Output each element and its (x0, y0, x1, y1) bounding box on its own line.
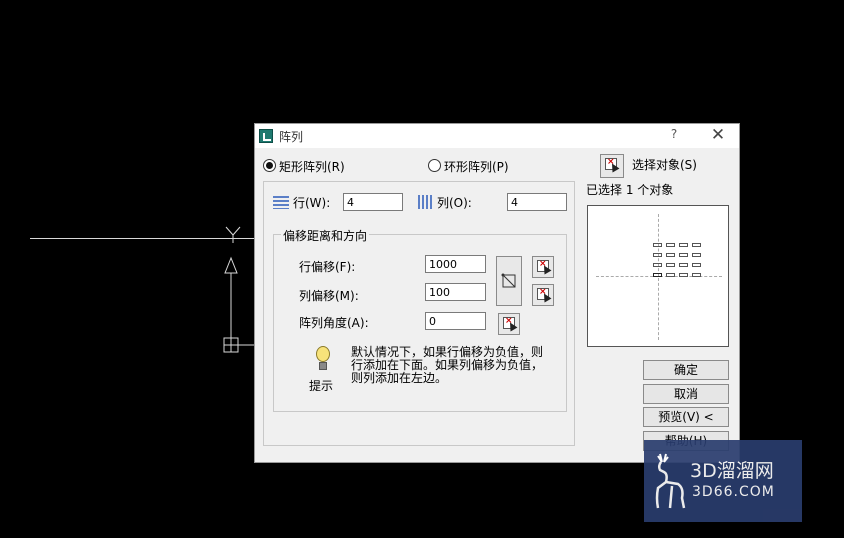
tip-caption: 提示 (309, 379, 334, 393)
deer-logo-icon (655, 453, 686, 509)
select-objects-label[interactable]: 选择对象(S) (632, 156, 697, 173)
pick-both-offsets-button[interactable] (496, 256, 522, 306)
preview-cell (653, 243, 662, 247)
site-watermark: 3D溜溜网 3D66.COM (644, 440, 802, 522)
preview-cell (679, 253, 688, 257)
row-offset-input[interactable] (425, 255, 486, 273)
preview-cell (653, 273, 662, 277)
preview-vertical-axis (658, 214, 659, 340)
angle-label: 阵列角度(A): (299, 316, 369, 330)
array-dialog: 阵列 ? ✕ 矩形阵列(R) 环形阵列(P) 行(W): 列(O): 偏移距离和… (254, 123, 740, 463)
preview-cell (692, 263, 701, 267)
preview-cell (679, 243, 688, 247)
pick-row-offset-button[interactable]: × (532, 256, 554, 278)
preview-cell (692, 243, 701, 247)
pick-offset-icon (501, 273, 516, 288)
tip-text-line3: 则列添加在左边。 (351, 371, 448, 385)
close-icon[interactable]: ✕ (707, 125, 729, 147)
array-preview-pane (587, 205, 729, 347)
autocad-app-icon (259, 129, 273, 143)
preview-cell (666, 253, 675, 257)
preview-cell (692, 253, 701, 257)
preview-cell (679, 273, 688, 277)
rect-array-radio[interactable] (263, 159, 276, 172)
selected-count-text: 已选择 1 个对象 (586, 183, 674, 197)
pick-col-offset-button[interactable]: × (532, 284, 554, 306)
preview-cell (692, 273, 701, 277)
help-icon[interactable]: ? (667, 127, 681, 143)
preview-cell (666, 273, 675, 277)
cols-icon (417, 195, 433, 209)
dialog-title: 阵列 (279, 130, 304, 144)
rect-array-label[interactable]: 矩形阵列(R) (279, 158, 345, 175)
rows-input[interactable] (343, 193, 403, 211)
tip-text-line1: 默认情况下，如果行偏移为负值，则 (351, 345, 544, 359)
lightbulb-icon (313, 346, 333, 374)
rows-label: 行(W): (293, 196, 331, 210)
preview-cell (666, 263, 675, 267)
select-objects-button[interactable]: × (600, 154, 624, 178)
rows-icon (273, 195, 289, 209)
cols-label: 列(O): (437, 196, 472, 210)
row-offset-label: 行偏移(F): (299, 260, 356, 274)
preview-button[interactable]: 预览(V) < (643, 407, 729, 427)
angle-input[interactable] (425, 312, 486, 330)
preview-cell (653, 263, 662, 267)
dialog-titlebar[interactable]: 阵列 ? ✕ (255, 124, 739, 148)
polar-array-label[interactable]: 环形阵列(P) (444, 158, 509, 175)
preview-cell (679, 263, 688, 267)
col-offset-input[interactable] (425, 283, 486, 301)
watermark-brand-cn: 3D溜溜网 (690, 460, 774, 482)
cancel-button[interactable]: 取消 (643, 384, 729, 404)
polar-array-radio[interactable] (428, 159, 441, 172)
ucs-icon (223, 226, 256, 353)
watermark-brand-url: 3D66.COM (692, 484, 775, 500)
pick-angle-button[interactable]: × (498, 313, 520, 335)
preview-cell (666, 243, 675, 247)
offset-group-title: 偏移距离和方向 (281, 227, 370, 244)
cols-input[interactable] (507, 193, 567, 211)
preview-cell (653, 253, 662, 257)
tip-text-line2: 行添加在下面。如果列偏移为负值， (351, 358, 544, 372)
col-offset-label: 列偏移(M): (299, 289, 359, 303)
ok-button[interactable]: 确定 (643, 360, 729, 380)
